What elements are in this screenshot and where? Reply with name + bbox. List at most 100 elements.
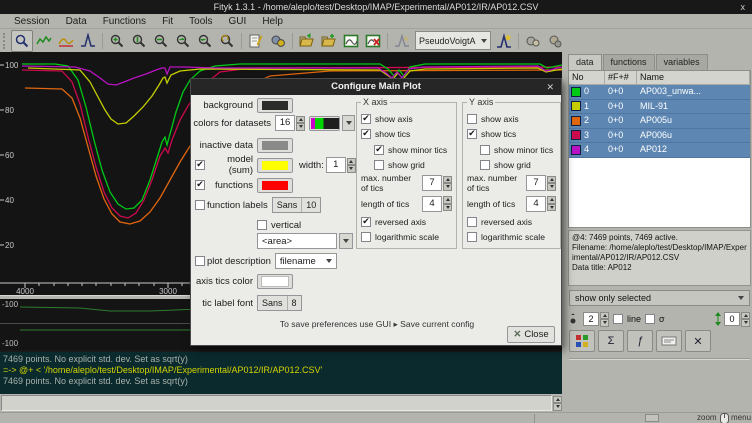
spin-down-icon[interactable] (347, 165, 356, 173)
spin-up-icon[interactable] (547, 176, 556, 184)
tab-data[interactable]: data (568, 54, 602, 70)
spin-up-icon[interactable] (741, 312, 750, 320)
menu-session[interactable]: Session (6, 16, 58, 27)
y-reversed-checkbox[interactable] (467, 217, 477, 227)
spin-down-icon[interactable] (296, 123, 305, 131)
spin-up-icon[interactable] (547, 196, 556, 204)
label-format-select[interactable]: <area> (257, 233, 337, 249)
y-max-tics-spinner[interactable]: 7 (526, 175, 556, 191)
spin-down-icon[interactable] (443, 183, 452, 191)
plot-description-checkbox[interactable] (195, 256, 205, 266)
function-labels-checkbox[interactable] (195, 200, 205, 210)
dialog-close-icon[interactable]: ✕ (546, 79, 554, 95)
dialog-titlebar[interactable]: Configure Main Plot ✕ (191, 79, 561, 95)
edit-script-icon[interactable] (245, 30, 267, 52)
y-show-tics-checkbox[interactable] (467, 129, 477, 139)
menu-help[interactable]: Help (254, 16, 291, 27)
menu-fit[interactable]: Fit (154, 16, 181, 27)
background-color-button[interactable] (257, 98, 293, 113)
open-data-icon[interactable] (296, 30, 318, 52)
plot-description-select[interactable]: filename (275, 253, 337, 269)
settings-gears-2-icon[interactable] (544, 30, 566, 52)
table-row[interactable]: 30+0AP006u (569, 129, 750, 144)
command-history-spinner[interactable] (553, 396, 562, 411)
x-tic-length-spinner[interactable]: 4 (422, 196, 452, 212)
spin-up-icon[interactable] (296, 116, 305, 124)
colors-count-spinner[interactable]: 16 (275, 115, 305, 131)
y-show-minor-tics-checkbox[interactable] (480, 145, 490, 155)
zoom-all-icon[interactable] (106, 30, 128, 52)
axis-tics-color-button[interactable] (257, 274, 293, 289)
dataset-color-swatch[interactable] (571, 116, 581, 126)
close-button[interactable]: ✕ Close (507, 326, 555, 343)
zoom-mode-icon[interactable] (11, 30, 33, 52)
tic-font-button[interactable]: Sans 8 (257, 295, 302, 311)
zoom-previous-icon[interactable] (216, 30, 238, 52)
baseline-mode-icon[interactable] (55, 30, 77, 52)
table-row[interactable]: 00+0AP003_unwa... (569, 85, 750, 100)
menu-functions[interactable]: Functions (95, 16, 154, 27)
run-script-icon[interactable] (267, 30, 289, 52)
x-show-grid-checkbox[interactable] (374, 160, 384, 170)
vertical-checkbox[interactable] (257, 220, 267, 230)
spin-up-icon[interactable] (600, 312, 609, 320)
col-no[interactable]: No (569, 71, 605, 84)
dataset-color-swatch[interactable] (571, 101, 581, 111)
label-font-button[interactable]: Sans 10 (272, 197, 322, 213)
x-show-axis-checkbox[interactable] (361, 114, 371, 124)
tab-variables[interactable]: variables (656, 54, 708, 70)
toolbar-handle[interactable] (3, 33, 9, 49)
tab-functions[interactable]: functions (603, 54, 655, 70)
menu-data[interactable]: Data (58, 16, 95, 27)
status-format-button[interactable] (645, 414, 659, 422)
dataset-color-swatch[interactable] (571, 145, 581, 155)
x-max-tics-spinner[interactable]: 7 (422, 175, 452, 191)
col-ff[interactable]: #F+# (605, 71, 637, 84)
table-row[interactable]: 40+0AP012 (569, 143, 750, 158)
export-image-icon[interactable] (340, 30, 362, 52)
spin-down-icon[interactable] (547, 204, 556, 212)
spin-down-icon[interactable] (547, 183, 556, 191)
settings-gears-icon[interactable] (522, 30, 544, 52)
command-input[interactable] (1, 395, 552, 411)
spin-up-icon[interactable] (347, 158, 356, 166)
inactive-color-button[interactable] (257, 138, 293, 153)
table-row[interactable]: 10+0MIL-91 (569, 100, 750, 115)
sigma-checkbox[interactable] (645, 314, 655, 324)
data-range-mode-icon[interactable] (33, 30, 55, 52)
spin-down-icon[interactable] (741, 319, 750, 327)
sum-datasets-button[interactable]: Σ (598, 330, 624, 352)
spin-up-icon[interactable] (443, 176, 452, 184)
shift-spinner[interactable]: 0 (724, 312, 750, 327)
dataset-color-swatch[interactable] (571, 87, 581, 97)
dataset-colors-preview-button[interactable] (309, 116, 340, 131)
function-type-select[interactable]: PseudoVoigtA (415, 31, 491, 50)
menu-gui[interactable]: GUI (221, 16, 255, 27)
add-peak-icon[interactable] (493, 30, 515, 52)
y-show-grid-checkbox[interactable] (480, 160, 490, 170)
functions-button[interactable]: ƒ (627, 330, 653, 352)
spin-down-icon[interactable] (600, 319, 609, 327)
dataset-color-swatch[interactable] (571, 130, 581, 140)
x-log-checkbox[interactable] (361, 232, 371, 242)
menu-tools[interactable]: Tools (181, 16, 220, 27)
col-name[interactable]: Name (637, 71, 750, 84)
width-spinner[interactable]: 1 (326, 157, 356, 173)
spin-up-icon[interactable] (553, 396, 562, 404)
add-peak-mode-icon[interactable] (77, 30, 99, 52)
zoom-in-icon[interactable] (172, 30, 194, 52)
label-format-dropdown-button[interactable] (339, 233, 353, 249)
y-tic-length-spinner[interactable]: 4 (526, 196, 556, 212)
spin-up-icon[interactable] (443, 196, 452, 204)
zoom-vertical-icon[interactable] (128, 30, 150, 52)
model-sum-checkbox[interactable] (195, 160, 205, 170)
export-image-alt-icon[interactable] (362, 30, 384, 52)
colors-dropdown-button[interactable] (342, 115, 355, 131)
functions-checkbox[interactable] (195, 180, 205, 190)
point-size-spinner[interactable]: 2 (583, 312, 609, 327)
transform-data-button[interactable] (656, 330, 682, 352)
dataset-colors-button[interactable] (569, 330, 595, 352)
x-reversed-checkbox[interactable] (361, 217, 371, 227)
spin-down-icon[interactable] (443, 204, 452, 212)
x-show-tics-checkbox[interactable] (361, 129, 371, 139)
